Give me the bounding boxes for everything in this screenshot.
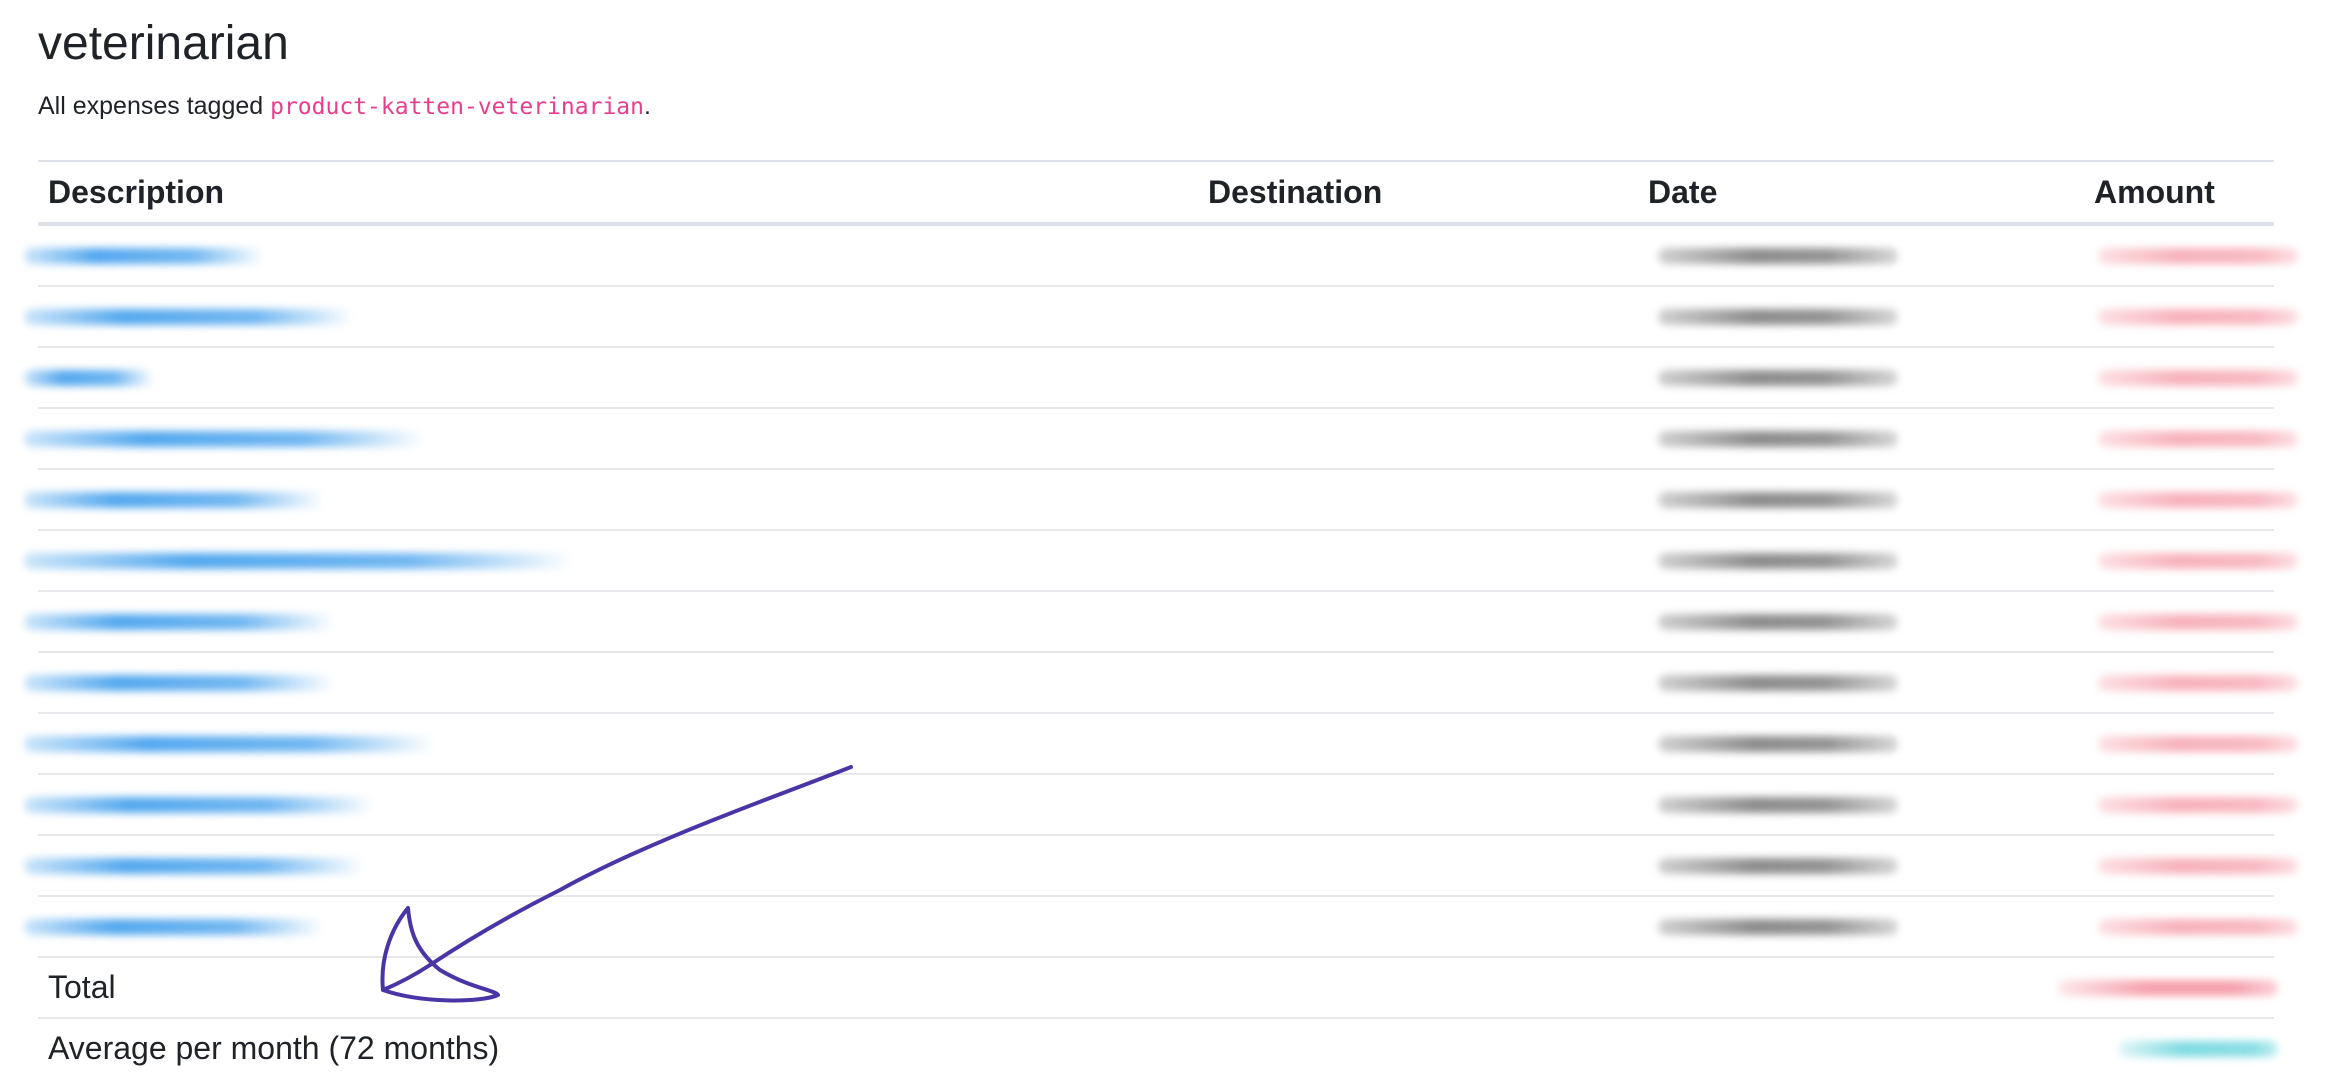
- description-link-redacted[interactable]: [24, 491, 324, 508]
- description-link-redacted[interactable]: [24, 552, 574, 569]
- total-amount-redacted: [2058, 979, 2278, 996]
- description-link-redacted[interactable]: [24, 613, 334, 630]
- table-row[interactable]: [24, 773, 2298, 835]
- amount-redacted: [2098, 308, 2298, 325]
- amount-redacted: [2098, 552, 2298, 569]
- table-header-row: Description Destination Date Amount: [38, 160, 2274, 226]
- description-link-redacted[interactable]: [24, 430, 424, 447]
- date-redacted: [1658, 552, 1898, 569]
- table-row[interactable]: [24, 407, 2298, 469]
- date-redacted: [1658, 918, 1898, 935]
- header-amount[interactable]: Amount: [2084, 160, 2274, 226]
- table-row[interactable]: [24, 529, 2298, 591]
- amount-redacted: [2098, 613, 2298, 630]
- amount-redacted: [2098, 247, 2298, 264]
- header-description[interactable]: Description: [38, 160, 1198, 226]
- amount-redacted: [2098, 857, 2298, 874]
- description-link-redacted[interactable]: [24, 369, 154, 386]
- expenses-table: Description Destination Date Amount Tota…: [24, 160, 2298, 1078]
- table-row[interactable]: [24, 834, 2298, 896]
- table-row[interactable]: [24, 651, 2298, 713]
- date-redacted: [1658, 613, 1898, 630]
- amount-redacted: [2098, 918, 2298, 935]
- description-link-redacted[interactable]: [24, 918, 324, 935]
- table-row[interactable]: [24, 712, 2298, 774]
- date-redacted: [1658, 796, 1898, 813]
- total-row: Total: [38, 956, 2278, 1018]
- page-title: veterinarian: [38, 17, 289, 70]
- header-destination[interactable]: Destination: [1198, 160, 1638, 226]
- tag-code: product-katten-veterinarian: [270, 94, 644, 120]
- amount-redacted: [2098, 430, 2298, 447]
- table-row[interactable]: [24, 895, 2298, 957]
- header-date[interactable]: Date: [1638, 160, 2084, 226]
- description-link-redacted[interactable]: [24, 735, 434, 752]
- amount-redacted: [2098, 735, 2298, 752]
- average-row: Average per month (72 months): [38, 1017, 2278, 1078]
- table-row[interactable]: [24, 590, 2298, 652]
- amount-redacted: [2098, 674, 2298, 691]
- average-amount-redacted: [2118, 1040, 2278, 1057]
- date-redacted: [1658, 247, 1898, 264]
- date-redacted: [1658, 308, 1898, 325]
- date-redacted: [1658, 430, 1898, 447]
- table-row[interactable]: [24, 223, 2298, 286]
- table-row[interactable]: [24, 468, 2298, 530]
- table-row[interactable]: [24, 285, 2298, 347]
- description-link-redacted[interactable]: [24, 308, 354, 325]
- table-row[interactable]: [24, 346, 2298, 408]
- description-link-redacted[interactable]: [24, 796, 374, 813]
- description-link-redacted[interactable]: [24, 247, 264, 264]
- date-redacted: [1658, 735, 1898, 752]
- average-label: Average per month (72 months): [38, 1017, 1198, 1078]
- description-link-redacted[interactable]: [24, 674, 334, 691]
- amount-redacted: [2098, 796, 2298, 813]
- amount-redacted: [2098, 369, 2298, 386]
- date-redacted: [1658, 857, 1898, 874]
- description-link-redacted[interactable]: [24, 857, 364, 874]
- total-label: Total: [38, 956, 1198, 1018]
- date-redacted: [1658, 491, 1898, 508]
- date-redacted: [1658, 369, 1898, 386]
- amount-redacted: [2098, 491, 2298, 508]
- page-subtitle: All expenses tagged product-katten-veter…: [38, 92, 651, 120]
- date-redacted: [1658, 674, 1898, 691]
